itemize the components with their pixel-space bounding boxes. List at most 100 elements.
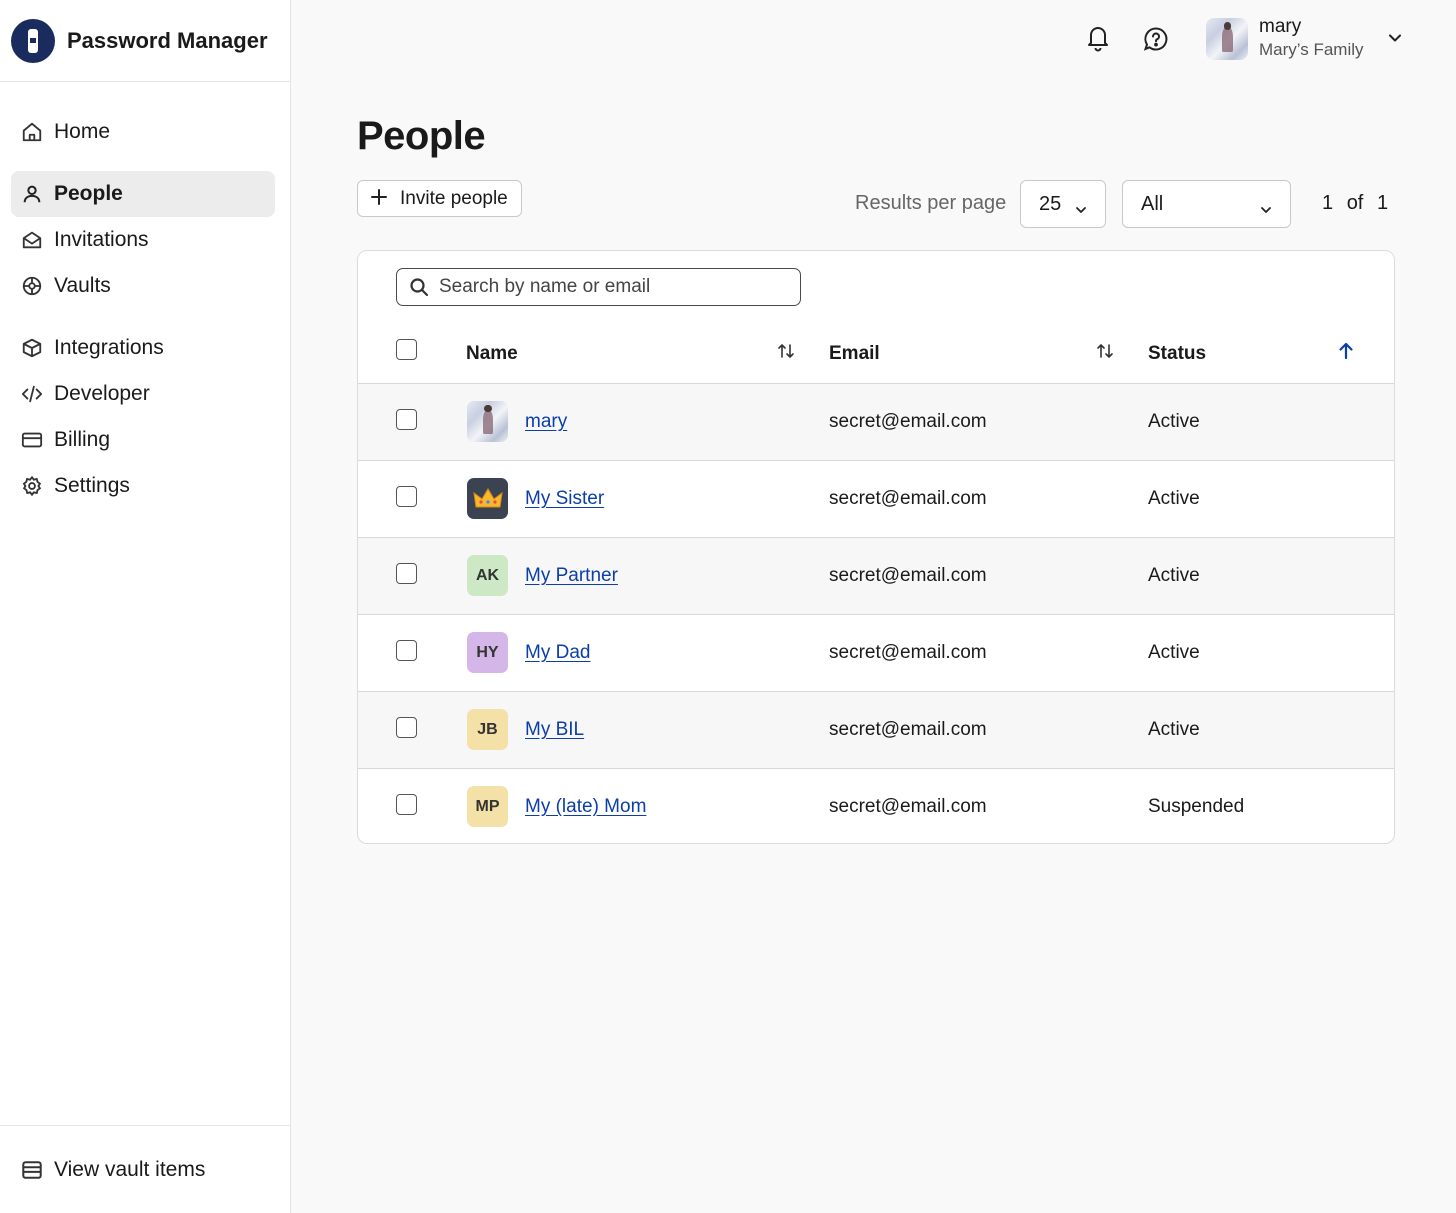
envelope-open-icon xyxy=(21,229,43,251)
avatar: AK xyxy=(467,555,508,596)
account-name[interactable]: Mary’s Family xyxy=(1259,40,1364,60)
person-email: secret@email.com xyxy=(829,642,987,663)
brand[interactable]: Password Manager xyxy=(0,0,290,82)
sidebar-item-label: Vaults xyxy=(54,274,111,297)
column-header-name[interactable]: Name xyxy=(466,343,518,365)
table-row[interactable]: mary secret@email.com Active xyxy=(358,384,1394,461)
status-text: Active xyxy=(1148,719,1200,740)
vault-items-icon xyxy=(21,1159,43,1181)
sidebar-item-label: People xyxy=(54,182,123,205)
page-total: 1 xyxy=(1376,192,1389,214)
gear-icon xyxy=(21,475,43,497)
topbar: mary Mary’s Family xyxy=(291,0,1456,80)
sidebar-item-developer[interactable]: Developer xyxy=(11,371,275,417)
person-email: secret@email.com xyxy=(829,796,987,817)
table-row[interactable]: MP My (late) Mom secret@email.com Suspen… xyxy=(358,769,1394,843)
person-email: secret@email.com xyxy=(829,719,987,740)
column-header-status[interactable]: Status xyxy=(1148,343,1206,365)
crown-avatar xyxy=(467,478,508,519)
user-avatar[interactable] xyxy=(1206,18,1248,60)
sort-icon[interactable] xyxy=(776,341,796,361)
sidebar-item-label: Settings xyxy=(54,474,130,497)
person-name-link[interactable]: mary xyxy=(525,411,567,433)
person-name-link[interactable]: My BIL xyxy=(525,719,584,741)
search-input[interactable] xyxy=(439,276,779,298)
person-email: secret@email.com xyxy=(829,565,987,586)
sort-ascending-icon[interactable] xyxy=(1336,341,1356,361)
sidebar-item-people[interactable]: People xyxy=(11,171,275,217)
app-name: Password Manager xyxy=(67,27,268,53)
app-logo-icon xyxy=(11,18,55,63)
table-row[interactable]: JB My BIL secret@email.com Active xyxy=(358,692,1394,769)
row-checkbox[interactable] xyxy=(396,717,417,738)
row-checkbox[interactable] xyxy=(396,486,417,507)
row-checkbox[interactable] xyxy=(396,563,417,584)
help-icon[interactable] xyxy=(1143,26,1169,52)
status-text: Active xyxy=(1148,642,1200,663)
sidebar-item-invitations[interactable]: Invitations xyxy=(11,217,275,263)
plus-icon xyxy=(370,187,388,211)
sidebar-item-vaults[interactable]: Vaults xyxy=(11,263,275,309)
status-text: Suspended xyxy=(1148,796,1245,817)
credit-card-icon xyxy=(21,429,43,451)
chevron-down-icon xyxy=(1075,199,1087,213)
pagination: 1 of 1 xyxy=(1322,192,1388,215)
sidebar-item-label: Developer xyxy=(54,382,150,405)
search-icon xyxy=(409,277,429,297)
code-icon xyxy=(21,383,43,405)
table-header: Name Email Status xyxy=(358,331,1394,384)
person-name-link[interactable]: My Partner xyxy=(525,565,618,587)
avatar: MP xyxy=(467,786,508,827)
sidebar-item-billing[interactable]: Billing xyxy=(11,417,275,463)
avatar xyxy=(467,401,508,442)
sidebar-item-label: Invitations xyxy=(54,228,149,251)
sidebar: Password Manager Home People Invitations xyxy=(0,0,291,1213)
home-icon xyxy=(21,121,43,143)
person-email: secret@email.com xyxy=(829,411,987,432)
sidebar-item-label: Integrations xyxy=(54,336,164,359)
filter-value: All xyxy=(1141,192,1164,215)
view-vault-items-label: View vault items xyxy=(54,1157,206,1181)
view-vault-items-link[interactable]: View vault items xyxy=(0,1125,290,1213)
status-text: Active xyxy=(1148,565,1200,586)
sidebar-item-label: Billing xyxy=(54,428,111,451)
row-checkbox[interactable] xyxy=(396,640,417,661)
column-header-email[interactable]: Email xyxy=(829,343,880,365)
status-text: Active xyxy=(1148,411,1200,432)
person-icon xyxy=(21,183,43,205)
page-title: People xyxy=(357,114,486,158)
user-name[interactable]: mary xyxy=(1259,16,1301,38)
avatar: JB xyxy=(467,709,508,750)
results-per-page-select[interactable]: 25 xyxy=(1020,180,1106,228)
row-checkbox[interactable] xyxy=(396,409,417,430)
chevron-down-icon[interactable] xyxy=(1387,30,1403,46)
bell-icon[interactable] xyxy=(1086,24,1110,52)
sidebar-item-integrations[interactable]: Integrations xyxy=(11,325,275,371)
avatar: HY xyxy=(467,632,508,673)
sidebar-item-settings[interactable]: Settings xyxy=(11,463,275,509)
search-field[interactable] xyxy=(396,268,801,306)
results-per-page-value: 25 xyxy=(1039,192,1062,215)
person-name-link[interactable]: My Dad xyxy=(525,642,590,664)
status-text: Active xyxy=(1148,488,1200,509)
table-row[interactable]: HY My Dad secret@email.com Active xyxy=(358,615,1394,692)
people-table: Name Email Status mary secret@email.com … xyxy=(357,250,1395,844)
sort-icon[interactable] xyxy=(1095,341,1115,361)
row-checkbox[interactable] xyxy=(396,794,417,815)
person-name-link[interactable]: My (late) Mom xyxy=(525,796,646,818)
vault-icon xyxy=(21,275,43,297)
table-row[interactable]: AK My Partner secret@email.com Active xyxy=(358,538,1394,615)
invite-people-label: Invite people xyxy=(400,187,508,209)
chevron-down-icon xyxy=(1260,199,1272,213)
sidebar-item-label: Home xyxy=(54,120,111,143)
invite-people-button[interactable]: Invite people xyxy=(357,180,522,217)
filter-select[interactable]: All xyxy=(1122,180,1291,228)
page-of: of xyxy=(1346,192,1364,214)
person-name-link[interactable]: My Sister xyxy=(525,488,604,510)
sidebar-item-home[interactable]: Home xyxy=(11,109,275,155)
table-row[interactable]: My Sister secret@email.com Active xyxy=(358,461,1394,538)
box-icon xyxy=(21,337,43,359)
sidebar-nav: Home People Invitations Vaults Integrati… xyxy=(0,82,290,509)
page-current: 1 xyxy=(1322,192,1334,214)
select-all-checkbox[interactable] xyxy=(396,339,417,360)
